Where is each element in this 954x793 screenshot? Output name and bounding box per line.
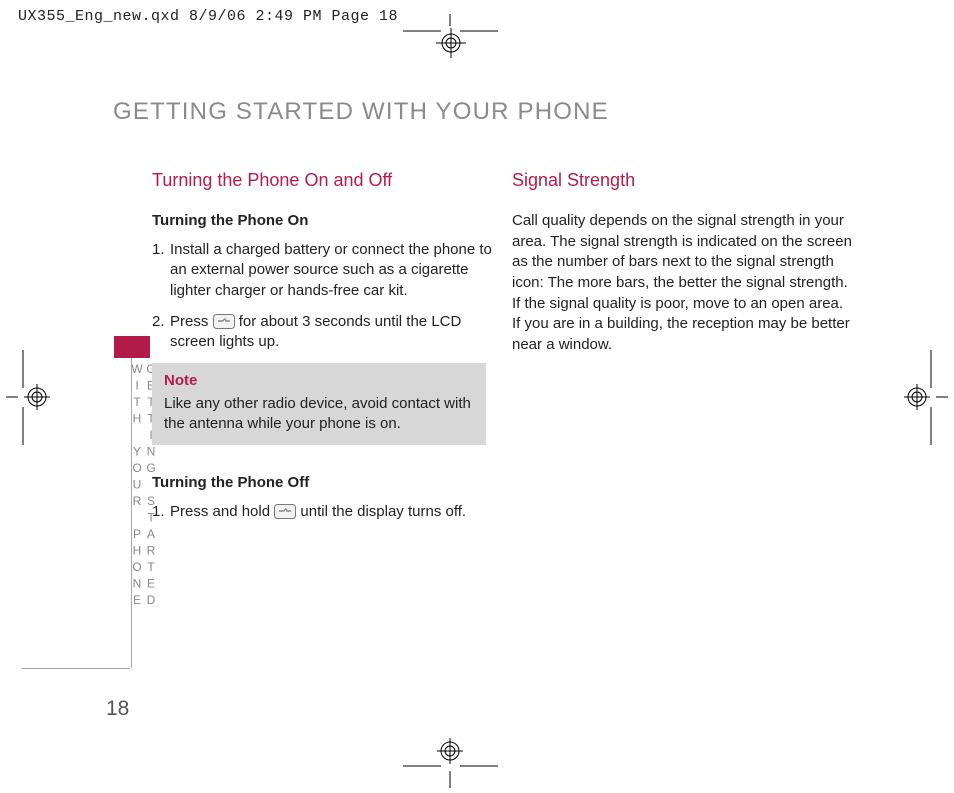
page-title: GETTING STARTED WITH YOUR PHONE [113, 98, 609, 126]
crop-mark-top [403, 14, 498, 58]
subhead-turning-on: Turning the Phone On [152, 211, 492, 232]
slug-line: UX355_Eng_new.qxd 8/9/06 2:49 PM Page 18 [18, 8, 398, 25]
list-number: 1. [152, 240, 170, 302]
note-heading: Note [164, 371, 474, 392]
list-item: 2. Press for about 3 seconds until the L… [152, 312, 492, 353]
crop-mark-bottom [403, 738, 498, 788]
list-number: 1. [152, 502, 170, 523]
note-text: Like any other radio device, avoid conta… [164, 394, 474, 435]
power-end-key-icon [274, 504, 296, 519]
note-box: Note Like any other radio device, avoid … [152, 363, 486, 445]
list-text: Press for about 3 seconds until the LCD … [170, 312, 492, 353]
side-tab [114, 336, 150, 358]
heading-on-off: Turning the Phone On and Off [152, 168, 492, 193]
power-end-key-icon [213, 314, 235, 329]
list-text: Install a charged battery or connect the… [170, 240, 492, 302]
body-text: Call quality depends on the signal stren… [512, 211, 852, 356]
page-number: 18 [106, 697, 129, 721]
list-text: Press and hold until the display turns o… [170, 502, 492, 523]
subhead-turning-off: Turning the Phone Off [152, 473, 492, 494]
list-item: 1. Press and hold until the display turn… [152, 502, 492, 523]
page: UX355_Eng_new.qxd 8/9/06 2:49 PM Page 18… [0, 0, 954, 793]
heading-signal: Signal Strength [512, 168, 852, 193]
list-number: 2. [152, 312, 170, 353]
crop-mark-left [6, 350, 50, 445]
crop-mark-right [904, 350, 948, 445]
right-column: Signal Strength Call quality depends on … [512, 168, 852, 356]
left-column: Turning the Phone On and Off Turning the… [152, 168, 492, 532]
page-number-rule [22, 668, 130, 669]
list-item: 1. Install a charged battery or connect … [152, 240, 492, 302]
